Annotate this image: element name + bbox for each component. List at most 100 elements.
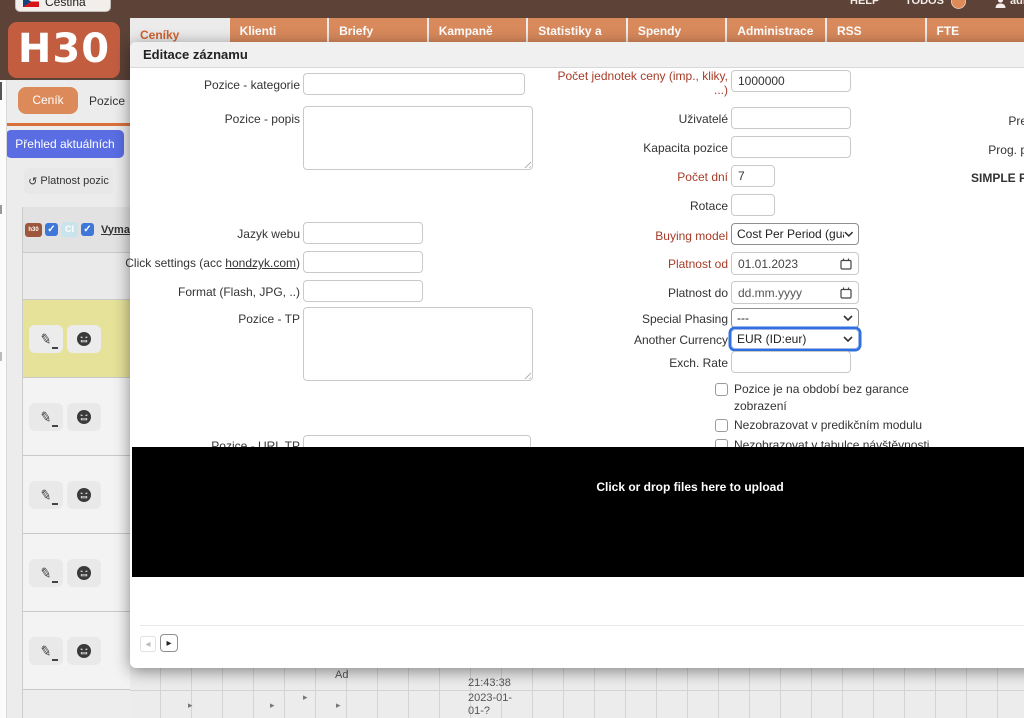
delete-button[interactable]: [67, 403, 101, 431]
delete-button[interactable]: [67, 637, 101, 665]
label-pocet-jednotek: Počet jednotek ceny (imp., kliky, ...): [557, 69, 728, 97]
table-row[interactable]: ✎: [23, 611, 130, 689]
special-phasing-select[interactable]: ---: [731, 308, 859, 328]
tab-ceniky[interactable]: Ceníky: [130, 18, 228, 42]
chevron-down-icon: [843, 336, 853, 342]
positions-table: h30 ✓ CI ✓ Vymaz ✎ ✎ ✎ ✎: [22, 207, 130, 718]
pencil-icon: ✎: [38, 485, 54, 504]
predikce-checkbox[interactable]: [715, 419, 728, 432]
another-currency-value: EUR (ID:eur): [737, 332, 807, 346]
tab-klienti[interactable]: Klienti: [229, 18, 328, 42]
filter-checkbox-2[interactable]: ✓: [81, 223, 94, 236]
prev-page-button[interactable]: ◂: [140, 636, 156, 652]
garance-checkbox[interactable]: [715, 383, 728, 396]
expand-triangle-icon[interactable]: ▸: [303, 692, 308, 703]
hondzyk-link[interactable]: hondzyk.com: [225, 256, 296, 270]
delete-button[interactable]: [67, 559, 101, 587]
format-input[interactable]: [303, 280, 423, 302]
label-pozice-tp: Pozice - TP: [238, 312, 300, 326]
tab-spendy[interactable]: Spendy: [627, 18, 726, 42]
filter-checkbox-1[interactable]: ✓: [45, 223, 58, 236]
pozice-popis-textarea[interactable]: [303, 106, 533, 170]
edit-button[interactable]: ✎: [29, 481, 63, 509]
clipped-content-mark: [0, 205, 2, 214]
bg-cell-ad: Ad: [335, 669, 349, 681]
help-link[interactable]: HELP: [850, 0, 879, 7]
positions-table-header: h30 ✓ CI ✓ Vymaz: [23, 207, 130, 252]
label-pozice-kategorie: Pozice - kategorie: [203, 78, 300, 92]
label-rotace: Rotace: [689, 199, 728, 213]
delete-button[interactable]: [67, 481, 101, 509]
platnost-od-datepicker[interactable]: 01.01.2023: [731, 252, 859, 275]
angry-face-icon: [77, 566, 91, 580]
tab-statistiky[interactable]: Statistiky a: [528, 18, 626, 42]
edit-button[interactable]: ✎: [29, 637, 63, 665]
calendar-icon[interactable]: [840, 287, 852, 299]
label-another-currency: Another Currency: [633, 333, 728, 347]
expand-triangle-icon[interactable]: ▸: [270, 700, 275, 711]
delete-button[interactable]: [67, 325, 101, 353]
pozice-kategorie-input[interactable]: [303, 73, 525, 95]
calendar-icon[interactable]: [840, 258, 852, 270]
jazyk-webu-input[interactable]: [303, 222, 423, 244]
edit-button[interactable]: ✎: [29, 325, 63, 353]
label-pozice-popis: Pozice - popis: [224, 112, 300, 126]
resize-grip-icon[interactable]: [522, 370, 531, 379]
buying-model-select[interactable]: Cost Per Period (gua: [731, 223, 859, 245]
expand-triangle-icon[interactable]: ▸: [188, 700, 193, 711]
history-icon: ↺: [28, 175, 38, 188]
platnost-do-datepicker[interactable]: dd.mm.yyyy: [731, 281, 859, 304]
pencil-underscore: [52, 425, 58, 427]
expand-triangle-icon[interactable]: ▸: [336, 700, 341, 711]
tab-fte[interactable]: FTE: [926, 18, 1024, 42]
app-logo[interactable]: H30: [8, 22, 120, 78]
vymazat-link[interactable]: Vymaz: [101, 224, 130, 236]
language-selector[interactable]: Čeština: [15, 0, 111, 12]
tab-administrace[interactable]: Administrace: [727, 18, 825, 42]
pencil-icon: ✎: [38, 563, 54, 582]
angry-face-icon: [77, 332, 91, 346]
edit-button[interactable]: ✎: [29, 559, 63, 587]
table-row[interactable]: ✎: [23, 533, 130, 611]
pozice-link[interactable]: Pozice: [89, 94, 125, 108]
prehled-aktualnich-button[interactable]: Přehled aktuálních: [6, 130, 124, 158]
tab-kampane[interactable]: Kampaně: [428, 18, 527, 42]
click-settings-input[interactable]: [303, 251, 423, 273]
special-phasing-value: ---: [737, 311, 749, 325]
tab-briefy[interactable]: Briefy: [329, 18, 427, 42]
language-label: Čeština: [45, 0, 86, 9]
label-jazyk-webu: Jazyk webu: [237, 227, 300, 241]
resize-grip-icon[interactable]: [522, 159, 531, 168]
edit-record-modal: Editace záznamu Pozice - kategorie Pozic…: [125, 42, 1024, 668]
pozice-tp-textarea[interactable]: [303, 307, 533, 381]
pencil-underscore: [52, 581, 58, 583]
platnost-pozic-button[interactable]: ↺ Platnost pozic: [24, 168, 113, 194]
another-currency-select[interactable]: EUR (ID:eur): [731, 329, 859, 349]
kapacita-input[interactable]: [731, 136, 851, 158]
chevron-down-icon: [843, 315, 853, 321]
user-icon[interactable]: [994, 0, 1007, 9]
user-email[interactable]: admin@h: [1010, 0, 1024, 7]
tab-rss[interactable]: RSS: [826, 18, 925, 42]
next-page-button[interactable]: ▸: [160, 634, 178, 652]
pocet-dni-input[interactable]: [731, 165, 775, 187]
buying-model-value: Cost Per Period (gua: [737, 227, 844, 241]
bg-cell-time: 21:43:38: [468, 677, 511, 689]
pencil-underscore: [52, 503, 58, 505]
edit-button[interactable]: ✎: [29, 403, 63, 431]
table-row[interactable]: ✎: [23, 377, 130, 455]
cenik-button[interactable]: Ceník: [18, 87, 78, 114]
table-row-selected[interactable]: ✎: [23, 299, 130, 377]
label-clipped-3: SIMPLE P: [970, 171, 1024, 185]
exch-rate-input[interactable]: [731, 351, 851, 373]
table-row[interactable]: ✎: [23, 455, 130, 533]
chevron-down-icon: [843, 231, 853, 237]
rotace-input[interactable]: [731, 194, 775, 216]
pocet-jednotek-input[interactable]: [731, 70, 851, 92]
clipped-content-mark: [0, 82, 2, 100]
todos-link[interactable]: TODOS: [905, 0, 944, 7]
click-settings-suffix: ): [296, 256, 300, 270]
label-format: Format (Flash, JPG, ..): [177, 285, 300, 299]
file-upload-dropzone[interactable]: Click or drop files here to upload: [132, 447, 1024, 577]
uzivatele-input[interactable]: [731, 107, 851, 129]
